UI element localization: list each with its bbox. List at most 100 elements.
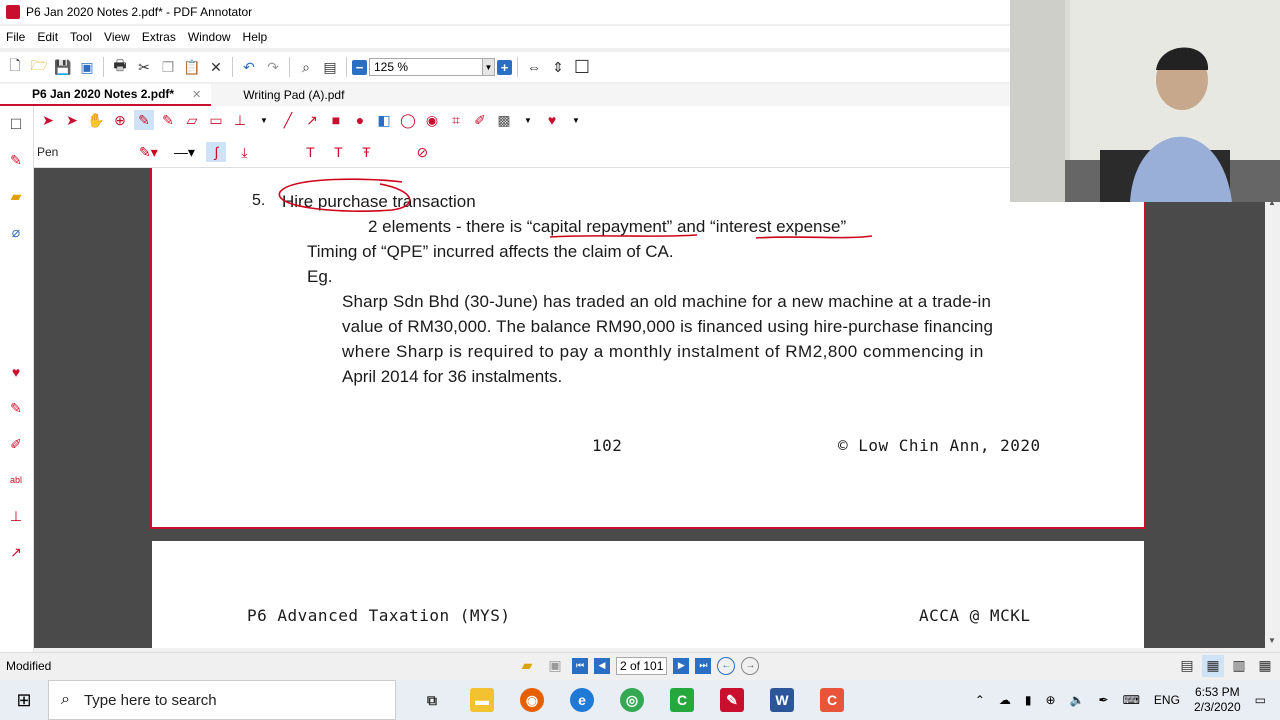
fit-page-icon[interactable]: ⇕ bbox=[547, 56, 569, 78]
continuous-view-icon[interactable]: ▦ bbox=[1202, 654, 1224, 677]
pen-tool-icon[interactable]: ✎ bbox=[134, 110, 154, 130]
chevron-down-icon[interactable]: ▼ bbox=[566, 110, 586, 130]
language-indicator[interactable]: ENG bbox=[1154, 693, 1180, 707]
save-icon[interactable]: 💾 bbox=[52, 56, 74, 78]
straighten-icon[interactable]: ⤓ bbox=[234, 142, 254, 162]
search-box[interactable]: ⌕ Type here to search bbox=[48, 680, 396, 720]
text-tool-icon[interactable]: ▭ bbox=[206, 110, 226, 130]
menu-window[interactable]: Window bbox=[182, 30, 237, 44]
tab-notes[interactable]: P6 Jan 2020 Notes 2.pdf* ✕ bbox=[0, 84, 212, 106]
menu-help[interactable]: Help bbox=[237, 30, 274, 44]
prev-page-button[interactable]: ◀ bbox=[594, 657, 610, 674]
clock[interactable]: 6:53 PM 2/3/2020 bbox=[1194, 685, 1241, 715]
save-as-icon[interactable]: ▣ bbox=[76, 56, 98, 78]
pen-color-picker[interactable]: ✎▾ bbox=[134, 142, 162, 162]
menu-edit[interactable]: Edit bbox=[31, 30, 64, 44]
two-page-view-icon[interactable]: ▥ bbox=[1228, 655, 1250, 677]
pen-icon[interactable]: ✎ bbox=[4, 150, 28, 170]
pages-icon[interactable]: ▣ bbox=[544, 655, 566, 677]
word-icon[interactable]: W bbox=[770, 688, 794, 712]
microphone-icon[interactable]: ▮ bbox=[1025, 693, 1032, 707]
chevron-up-icon[interactable]: ⌃ bbox=[975, 693, 985, 707]
image-tool-icon[interactable]: ▩ bbox=[494, 110, 514, 130]
page-icon[interactable]: ☐ bbox=[4, 114, 28, 134]
forward-button[interactable]: → bbox=[741, 656, 760, 675]
camera-icon[interactable]: ◉ bbox=[422, 110, 442, 130]
menu-file[interactable]: File bbox=[0, 30, 31, 44]
zoom-out-button[interactable]: − bbox=[352, 59, 367, 75]
network-icon[interactable]: ⊕ bbox=[1046, 693, 1056, 707]
close-icon[interactable]: ✕ bbox=[192, 88, 201, 101]
pencil-tool-icon[interactable]: ✐ bbox=[470, 110, 490, 130]
cut-icon[interactable]: ✂ bbox=[133, 56, 155, 78]
page-indicator[interactable]: 2 of 101 bbox=[616, 656, 668, 675]
first-page-button[interactable]: ⏮ bbox=[572, 657, 588, 674]
pencil-icon[interactable]: ✎ bbox=[4, 398, 28, 418]
vertical-scrollbar[interactable]: ▲ ▼ bbox=[1265, 168, 1280, 648]
redo-icon[interactable]: ↷ bbox=[262, 56, 284, 78]
text-box-icon[interactable]: abl bbox=[4, 470, 28, 490]
fit-width-icon[interactable]: ⇔ bbox=[523, 56, 545, 78]
arrow-tool-icon[interactable]: ↗ bbox=[302, 110, 322, 130]
hand-tool-icon[interactable]: ✋ bbox=[86, 110, 106, 130]
select-arrow-icon[interactable]: ➤ bbox=[38, 110, 58, 130]
volume-icon[interactable]: 🔈 bbox=[1070, 693, 1085, 707]
rectangle-tool-icon[interactable]: ■ bbox=[326, 110, 346, 130]
text-underline-icon[interactable]: T bbox=[328, 142, 348, 162]
pen-settings-icon[interactable]: ⊘ bbox=[412, 142, 432, 162]
ellipse-tool-icon[interactable]: ● bbox=[350, 110, 370, 130]
stamp-tool-icon[interactable]: ⊥ bbox=[230, 110, 250, 130]
stamp-icon[interactable]: ⊥ bbox=[4, 506, 28, 526]
scroll-down-icon[interactable]: ▼ bbox=[1268, 636, 1277, 646]
firefox-icon[interactable]: ◉ bbox=[520, 688, 544, 712]
line-style-picker[interactable]: —▾ bbox=[170, 142, 198, 162]
undo-icon[interactable]: ↶ bbox=[238, 56, 260, 78]
task-view-icon[interactable]: ⧉ bbox=[420, 688, 444, 712]
highlighter-icon[interactable]: ✐ bbox=[4, 434, 28, 454]
chrome-icon[interactable]: ◎ bbox=[620, 688, 644, 712]
grid-view-icon[interactable]: ▦ bbox=[1254, 655, 1276, 677]
tab-writing-pad[interactable]: Writing Pad (A).pdf bbox=[211, 84, 354, 106]
folder-icon[interactable]: ▰ bbox=[516, 655, 538, 677]
pen-workspace-icon[interactable]: ✒ bbox=[1099, 693, 1109, 707]
menu-extras[interactable]: Extras bbox=[136, 30, 182, 44]
print-icon[interactable]: 🖶 bbox=[109, 56, 131, 78]
zoom-select[interactable]: 125 % ▼ bbox=[369, 58, 495, 76]
chevron-down-icon[interactable]: ▼ bbox=[254, 110, 274, 130]
onedrive-icon[interactable]: ☁ bbox=[999, 693, 1011, 707]
arrow-icon[interactable]: ↗ bbox=[4, 542, 28, 562]
zoom-tool-icon[interactable]: ⊕ bbox=[110, 110, 130, 130]
chevron-down-icon[interactable]: ▼ bbox=[482, 59, 494, 75]
edge-icon[interactable]: e bbox=[570, 688, 594, 712]
camtasia-icon[interactable]: C bbox=[670, 688, 694, 712]
page-tools-icon[interactable]: ▤ bbox=[319, 56, 341, 78]
new-file-icon[interactable]: 🗋 bbox=[4, 56, 26, 78]
delete-icon[interactable]: ✕ bbox=[205, 56, 227, 78]
camtasia-recorder-icon[interactable]: C bbox=[820, 688, 844, 712]
back-button[interactable]: ← bbox=[717, 656, 736, 675]
document-view[interactable]: 5. Hire purchase transaction 2 elements … bbox=[34, 168, 1265, 648]
zoom-in-button[interactable]: + bbox=[497, 59, 512, 75]
file-explorer-icon[interactable]: ▬ bbox=[470, 688, 494, 712]
eraser-icon[interactable]: ◧ bbox=[374, 110, 394, 130]
paste-icon[interactable]: 📋 bbox=[181, 56, 203, 78]
single-page-view-icon[interactable]: ▤ bbox=[1176, 655, 1198, 677]
text-strike-icon[interactable]: Ŧ bbox=[356, 142, 376, 162]
find-icon[interactable]: ⌕ bbox=[295, 56, 317, 78]
lasso-icon[interactable]: ◯ bbox=[398, 110, 418, 130]
pdf-annotator-icon[interactable]: ✎ bbox=[720, 688, 744, 712]
attachment-icon[interactable]: ⌀ bbox=[4, 222, 28, 242]
smooth-line-icon[interactable]: ∫ bbox=[206, 142, 227, 162]
marker-tool-icon[interactable]: ✎ bbox=[158, 110, 178, 130]
folder-icon[interactable]: ▰ bbox=[4, 186, 28, 206]
heart-icon[interactable]: ♥ bbox=[4, 362, 28, 382]
copy-icon[interactable]: ❐ bbox=[157, 56, 179, 78]
line-tool-icon[interactable]: ╱ bbox=[278, 110, 298, 130]
open-folder-icon[interactable]: 🗁 bbox=[28, 56, 50, 78]
next-page-button[interactable]: ▶ bbox=[673, 657, 690, 674]
last-page-button[interactable]: ⏭ bbox=[695, 657, 712, 674]
menu-tool[interactable]: Tool bbox=[64, 30, 98, 44]
full-screen-icon[interactable]: ☐ bbox=[571, 56, 593, 78]
select-text-icon[interactable]: ➤ bbox=[62, 110, 82, 130]
eraser-tool-icon[interactable]: ▱ bbox=[182, 110, 202, 130]
